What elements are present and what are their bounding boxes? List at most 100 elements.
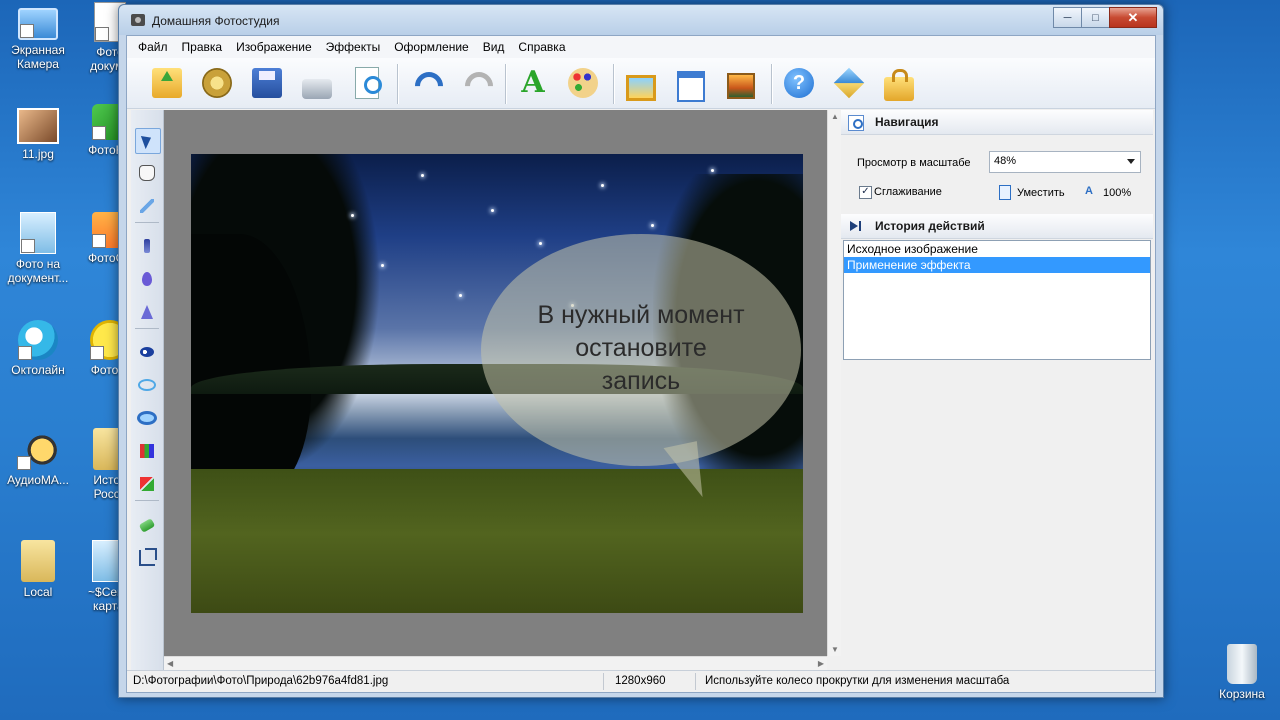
vertical-scrollbar[interactable]: ▲ ▼	[827, 110, 842, 656]
scroll-down-arrow[interactable]: ▼	[831, 645, 839, 654]
palette-button[interactable]	[565, 65, 601, 101]
app-camera-icon[interactable]	[131, 14, 145, 26]
rgb-tool[interactable]	[135, 439, 159, 463]
scroll-left-arrow[interactable]: ◀	[167, 659, 173, 668]
help-button[interactable]: ?	[781, 65, 817, 101]
menu-design[interactable]: Оформление	[387, 37, 475, 57]
smoothing-label: Сглаживание	[874, 186, 942, 198]
desktop-icon-label: Local	[23, 585, 53, 599]
crop-tool[interactable]	[135, 546, 159, 570]
zoom-value: 48%	[994, 155, 1017, 167]
menu-view[interactable]: Вид	[476, 37, 512, 57]
maximize-button[interactable]: □	[1081, 7, 1110, 28]
calendar-button[interactable]	[673, 65, 709, 102]
desktop-icon-label: Экранная Камера	[11, 43, 65, 71]
film-icon	[202, 68, 232, 98]
save-icon	[252, 68, 282, 98]
print-button[interactable]	[299, 65, 335, 101]
actual-size-icon[interactable]: A	[1085, 185, 1097, 197]
undo-button[interactable]	[407, 65, 443, 101]
cone-tool[interactable]	[135, 300, 159, 324]
eraser-tool[interactable]	[135, 513, 159, 537]
open-button[interactable]	[149, 65, 185, 101]
drop-tool[interactable]	[135, 267, 159, 291]
scroll-right-arrow[interactable]: ▶	[818, 659, 824, 668]
desktop-icon-label: 11.jpg	[22, 147, 54, 161]
save-button[interactable]	[249, 65, 285, 101]
history-item[interactable]: Исходное изображение	[844, 241, 1150, 257]
film-button[interactable]	[199, 65, 235, 101]
eye-blue-tool[interactable]	[135, 406, 159, 430]
menu-image[interactable]: Изображение	[229, 37, 319, 57]
redo-button[interactable]	[457, 65, 493, 101]
select-tool[interactable]	[135, 128, 161, 154]
wand-tool[interactable]	[135, 194, 159, 218]
scroll-up-arrow[interactable]: ▲	[831, 112, 839, 121]
smoothing-checkbox[interactable]: ✓	[859, 186, 872, 199]
eraser-icon	[138, 517, 156, 533]
side-panel: Навигация Просмотр в масштабе 48% ✓ Сгла…	[841, 110, 1153, 670]
brush-tool[interactable]	[135, 234, 159, 258]
minimize-button[interactable]: ─	[1053, 7, 1082, 28]
print-icon	[302, 79, 332, 99]
horizontal-scrollbar[interactable]: ◀ ▶	[164, 656, 827, 671]
text-button[interactable]: A	[515, 65, 551, 101]
speech-bubble-text[interactable]: В нужный момент остановите запись	[491, 299, 791, 398]
swirl-icon	[18, 320, 58, 360]
frame-button[interactable]	[623, 65, 659, 101]
desktop-icon-photo-document[interactable]: Фото на документ...	[0, 212, 76, 285]
menu-file[interactable]: Файл	[131, 37, 175, 57]
grass-foreground	[191, 469, 803, 613]
history-list[interactable]: Исходное изображение Применение эффекта	[843, 240, 1151, 360]
swap-tool[interactable]	[135, 472, 159, 496]
eye-icon	[140, 347, 154, 357]
redeye-tool[interactable]	[135, 340, 159, 364]
help-icon: ?	[784, 68, 814, 98]
menu-help[interactable]: Справка	[511, 37, 572, 57]
actual-size-button[interactable]: 100%	[1103, 187, 1131, 199]
eye-outline-tool[interactable]	[135, 373, 159, 397]
title-bar[interactable]: Домашняя Фотостудия ─ □ ✕	[119, 5, 1163, 35]
navigation-header[interactable]: Навигация	[841, 110, 1153, 135]
star	[491, 209, 494, 212]
palette-separator	[135, 500, 159, 501]
close-button[interactable]: ✕	[1109, 7, 1157, 28]
open-icon	[152, 68, 182, 98]
zoom-select[interactable]: 48%	[989, 151, 1141, 173]
status-hint: Используйте колесо прокрутки для изменен…	[705, 675, 1010, 687]
status-bar: D:\Фотографии\Фото\Природа\62b976a4fd81.…	[127, 670, 1155, 692]
hand-icon	[139, 165, 155, 181]
calendar-icon	[677, 70, 705, 102]
speaker-icon	[17, 430, 59, 470]
preview-button[interactable]	[349, 65, 385, 101]
desktop-icon-recycle-bin[interactable]: Корзина	[1204, 644, 1280, 701]
picture-button[interactable]	[723, 65, 759, 101]
zoom-label: Просмотр в масштабе	[857, 157, 971, 169]
menu-edit[interactable]: Правка	[175, 37, 230, 57]
desktop-icon-audiomaster[interactable]: АудиоМА...	[0, 430, 76, 487]
brush-icon	[144, 239, 150, 253]
photo-image[interactable]: В нужный момент остановите запись	[191, 154, 803, 613]
menu-effects[interactable]: Эффекты	[319, 37, 388, 57]
desktop-icon-local[interactable]: Local	[0, 540, 76, 599]
status-image-size: 1280x960	[615, 675, 666, 687]
rgb-icon	[140, 444, 154, 458]
fit-icon[interactable]	[999, 185, 1011, 200]
desktop-icon-11jpg[interactable]: 11.jpg	[0, 108, 76, 161]
toolbar-separator	[505, 64, 507, 104]
navigation-icon	[848, 115, 864, 131]
hand-tool[interactable]	[135, 161, 159, 185]
navigation-title: Навигация	[875, 115, 939, 129]
history-item-selected[interactable]: Применение эффекта	[844, 257, 1150, 273]
desktop-icon-oktoline[interactable]: Октолайн	[0, 320, 76, 377]
palette-separator	[135, 328, 159, 329]
shop-button[interactable]	[881, 65, 917, 101]
history-header[interactable]: История действий	[841, 214, 1153, 239]
fit-button[interactable]: Уместить	[1017, 187, 1065, 199]
id-photo-icon	[20, 212, 56, 254]
window-controls: ─ □ ✕	[1053, 7, 1157, 28]
box-button[interactable]	[831, 65, 867, 101]
image-canvas[interactable]: В нужный момент остановите запись	[164, 110, 827, 656]
desktop-icon-screen-camera[interactable]: Экранная Камера	[0, 2, 76, 71]
undo-icon	[410, 68, 440, 98]
